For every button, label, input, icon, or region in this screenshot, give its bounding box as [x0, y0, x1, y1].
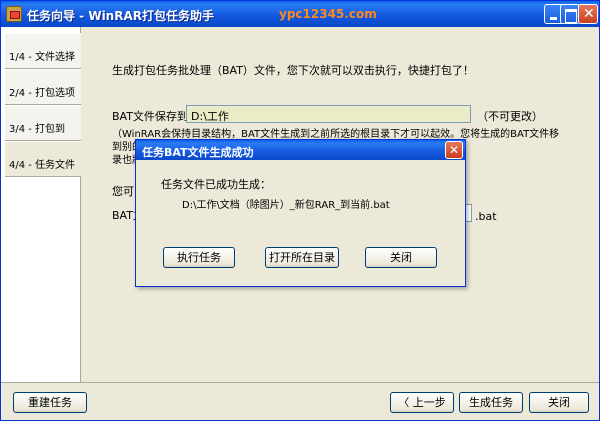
step-label: 4/4 - 任务文件 [9, 160, 76, 171]
window-title: 任务向导 - WinRAR打包任务助手 [27, 9, 214, 23]
bat-extension: .bat [475, 210, 497, 223]
step-label: 3/4 - 打包到 [9, 124, 66, 135]
step-label: 2/4 - 打包选项 [9, 88, 76, 99]
winrar-app-icon [6, 6, 22, 22]
dialog-close-button[interactable]: ✕ [445, 141, 463, 159]
generate-task-button[interactable]: 生成任务 [459, 392, 523, 413]
execute-task-button[interactable]: 执行任务 [163, 247, 235, 268]
dialog-title[interactable]: 任务BAT文件生成成功 [136, 140, 465, 160]
window-close-button[interactable]: ✕ [578, 4, 598, 24]
step-label: 1/4 - 文件选择 [9, 52, 76, 63]
bottom-divider [1, 382, 599, 383]
step-pack-to[interactable]: 3/4 - 打包到 [5, 105, 81, 141]
title-bar[interactable]: 任务向导 - WinRAR打包任务助手 ypc12345.com ✕ [1, 1, 599, 27]
open-folder-button[interactable]: 打开所在目录 [265, 247, 339, 268]
steps-sidebar: 1/4 - 文件选择 2/4 - 打包选项 3/4 - 打包到 4/4 - 任务… [1, 27, 81, 382]
dialog-message: 任务文件已成功生成： [161, 178, 271, 191]
watermark-text: ypc12345.com [279, 7, 377, 21]
wizard-window: 任务向导 - WinRAR打包任务助手 ypc12345.com ✕ 1/4 -… [0, 0, 600, 421]
maximize-button[interactable] [560, 4, 580, 24]
success-dialog: 任务BAT文件生成成功 ✕ 任务文件已成功生成： D:\工作\文档（除图片）_新… [135, 139, 466, 287]
intro-text: 生成打包任务批处理（BAT）文件，您下次就可以双击执行，快捷打包了！ [112, 64, 474, 77]
close-icon: ✕ [448, 143, 460, 157]
dialog-file-path: D:\工作\文档（除图片）_新包RAR_到当前.bat [182, 200, 390, 211]
previous-button[interactable]: 〈 上一步 [390, 392, 454, 413]
save-path-value: D:\工作 [191, 110, 229, 123]
close-icon: ✕ [583, 6, 595, 22]
save-path-field: D:\工作 [186, 105, 471, 123]
step-file-select[interactable]: 1/4 - 文件选择 [5, 33, 81, 69]
close-button[interactable]: 关闭 [529, 392, 589, 413]
dialog-close-text-button[interactable]: 关闭 [365, 247, 437, 268]
rebuild-task-button[interactable]: 重建任务 [13, 392, 87, 413]
step-pack-options[interactable]: 2/4 - 打包选项 [5, 69, 81, 105]
path-note: （不可更改） [477, 110, 543, 123]
step-task-file[interactable]: 4/4 - 任务文件 [5, 141, 81, 177]
